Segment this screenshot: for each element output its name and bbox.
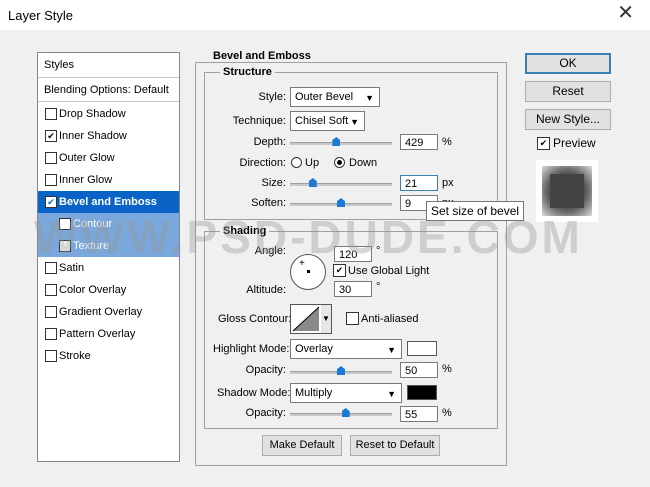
- size-unit: px: [442, 177, 454, 189]
- style-item-gradient-overlay[interactable]: Gradient Overlay: [38, 301, 179, 323]
- blending-options-item[interactable]: Blending Options: Default: [38, 79, 179, 102]
- dial-center-dot: [307, 270, 310, 273]
- style-item-label: Outer Glow: [59, 152, 115, 164]
- window-title: Layer Style: [8, 8, 74, 23]
- direction-up-radio[interactable]: [291, 157, 302, 168]
- preview-checkbox[interactable]: ✔: [537, 137, 550, 150]
- reset-to-default-button[interactable]: Reset to Default: [350, 435, 440, 456]
- style-item-checkbox[interactable]: [45, 174, 57, 186]
- style-item-outer-glow[interactable]: Outer Glow: [38, 147, 179, 169]
- close-icon[interactable]: ✕: [617, 3, 634, 23]
- global-light-label: Use Global Light: [348, 265, 430, 277]
- bevel-emboss-title: Bevel and Emboss: [210, 50, 314, 62]
- style-item-label: Drop Shadow: [59, 108, 126, 120]
- shadow-opacity-unit: %: [442, 407, 452, 419]
- size-label: Size:: [261, 177, 286, 189]
- altitude-input[interactable]: 30: [334, 281, 372, 297]
- new-style-button[interactable]: New Style...: [525, 109, 611, 130]
- depth-label: Depth:: [253, 136, 286, 148]
- direction-label: Direction:: [239, 157, 286, 169]
- altitude-label: Altitude:: [246, 284, 286, 296]
- style-select[interactable]: Outer Bevel ▼: [290, 87, 380, 107]
- chevron-down-icon: ▼: [350, 117, 359, 127]
- contour-curve-icon: [292, 306, 320, 332]
- shadow-opacity-input[interactable]: 55: [400, 406, 438, 422]
- highlight-mode-value: Overlay: [295, 343, 333, 355]
- styles-header-label: Styles: [44, 59, 74, 71]
- highlight-opacity-unit: %: [442, 363, 452, 375]
- style-item-label: Stroke: [59, 350, 91, 362]
- highlight-mode-select[interactable]: Overlay ▼: [290, 339, 402, 359]
- style-item-label: Gradient Overlay: [59, 306, 143, 318]
- global-light-checkbox[interactable]: ✔: [333, 264, 346, 277]
- styles-header[interactable]: Styles: [38, 53, 179, 78]
- highlight-opacity-label: Opacity:: [245, 364, 286, 376]
- style-item-checkbox[interactable]: [45, 152, 57, 164]
- highlight-mode-label: Highlight Mode:: [213, 343, 290, 355]
- gloss-contour-label: Gloss Contour:: [218, 313, 292, 325]
- reset-button[interactable]: Reset: [525, 81, 611, 102]
- style-item-checkbox[interactable]: ✔: [45, 130, 57, 142]
- style-item-label: Inner Glow: [59, 174, 113, 186]
- preview-inner: [550, 174, 584, 208]
- shadow-color-swatch[interactable]: [407, 385, 437, 400]
- preview-label: Preview: [553, 136, 596, 150]
- shadow-mode-label: Shadow Mode:: [217, 387, 291, 399]
- style-item-checkbox[interactable]: [45, 328, 57, 340]
- style-item-label: Inner Shadow: [59, 130, 127, 142]
- style-item-checkbox[interactable]: ✔: [45, 196, 57, 208]
- style-item-inner-shadow[interactable]: ✔ Inner Shadow: [38, 125, 179, 147]
- size-tooltip: Set size of bevel: [426, 201, 525, 221]
- highlight-opacity-input[interactable]: 50: [400, 362, 438, 378]
- technique-select-value: Chisel Soft: [295, 115, 349, 127]
- style-item-pattern-overlay[interactable]: Pattern Overlay: [38, 323, 179, 345]
- size-slider-track[interactable]: [290, 183, 392, 186]
- chevron-down-icon[interactable]: ▼: [321, 304, 332, 334]
- shadow-opacity-track[interactable]: [290, 413, 392, 416]
- direction-up-label: Up: [305, 157, 320, 169]
- style-select-value: Outer Bevel: [295, 91, 354, 103]
- chevron-down-icon: ▼: [387, 345, 396, 355]
- depth-unit: %: [442, 136, 452, 148]
- style-item-inner-glow[interactable]: Inner Glow: [38, 169, 179, 191]
- depth-input[interactable]: 429: [400, 134, 438, 150]
- direction-down-label: Down: [349, 157, 378, 169]
- style-item-checkbox[interactable]: [45, 350, 57, 362]
- style-item-label: Pattern Overlay: [59, 328, 136, 340]
- ok-button[interactable]: OK: [525, 53, 611, 74]
- style-item-color-overlay[interactable]: Color Overlay: [38, 279, 179, 301]
- shadow-mode-select[interactable]: Multiply ▼: [290, 383, 402, 403]
- altitude-unit: °: [376, 281, 381, 293]
- chevron-down-icon: ▼: [387, 389, 396, 399]
- anti-aliased-label: Anti-aliased: [361, 313, 419, 325]
- size-input[interactable]: 21: [400, 175, 438, 191]
- chevron-down-icon: ▼: [365, 93, 374, 103]
- anti-aliased-checkbox[interactable]: [346, 312, 359, 325]
- style-label: Style:: [258, 91, 286, 103]
- depth-slider-track[interactable]: [290, 142, 392, 145]
- style-item-drop-shadow[interactable]: Drop Shadow: [38, 103, 179, 125]
- shadow-opacity-label: Opacity:: [245, 407, 286, 419]
- structure-title: Structure: [220, 66, 275, 78]
- make-default-button[interactable]: Make Default: [262, 435, 342, 456]
- technique-label: Technique:: [232, 115, 286, 127]
- style-item-checkbox[interactable]: [45, 306, 57, 318]
- style-item-stroke[interactable]: Stroke: [38, 345, 179, 367]
- title-bar: Layer Style ✕: [0, 0, 650, 31]
- shadow-mode-value: Multiply: [295, 387, 333, 399]
- technique-select[interactable]: Chisel Soft ▼: [290, 111, 365, 131]
- style-item-label: Color Overlay: [59, 284, 127, 296]
- style-item-checkbox[interactable]: [45, 108, 57, 120]
- blending-options-label: Blending Options: Default: [44, 84, 169, 96]
- style-item-checkbox[interactable]: [45, 284, 57, 296]
- soften-label: Soften:: [251, 197, 286, 209]
- gloss-contour-preview[interactable]: [290, 304, 322, 334]
- highlight-color-swatch[interactable]: [407, 341, 437, 356]
- direction-down-radio[interactable]: [334, 157, 345, 168]
